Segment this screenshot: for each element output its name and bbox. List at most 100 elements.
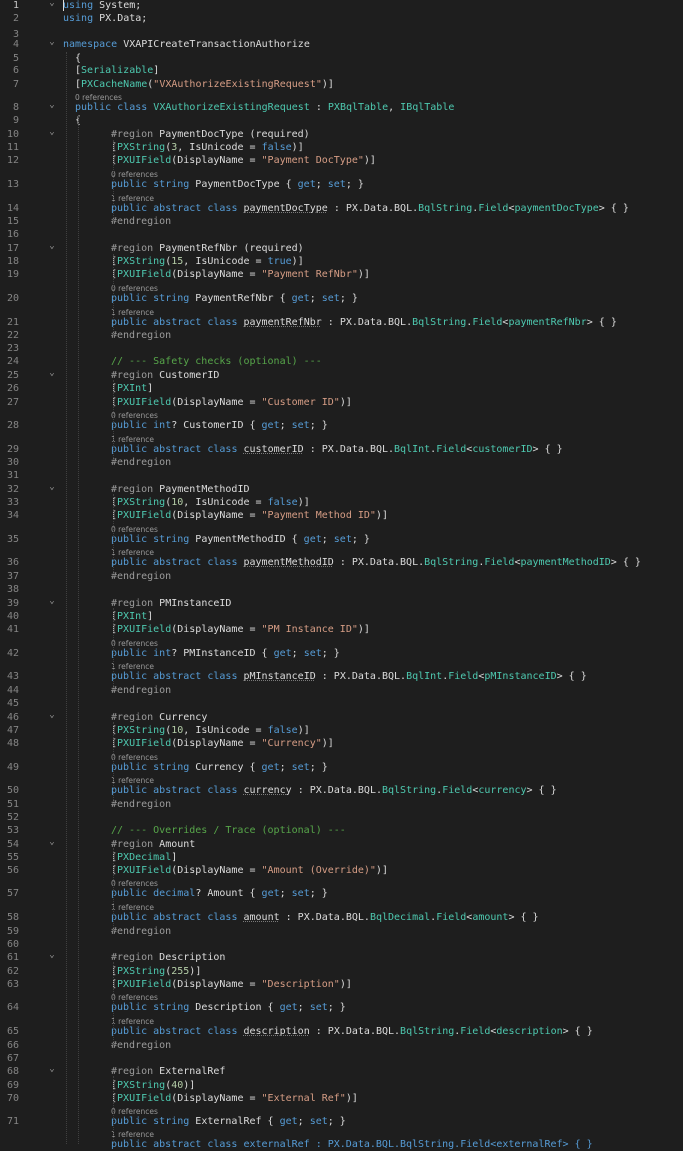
code-line[interactable]: 18 [PXString(15, IsUnicode = true)]	[0, 256, 683, 268]
codelens-references[interactable]: 0 references	[111, 993, 158, 1002]
codelens-references[interactable]: 1 reference	[111, 662, 154, 671]
code-line[interactable]: 4 ⌄ namespace VXAPICreateTransactionAuthor…	[0, 36, 683, 51]
code-line[interactable]: 35 public string PaymentMethodID { get; s…	[0, 534, 683, 546]
code-line[interactable]: 7 [PXCacheName("VXAuthorizeExistingReques…	[0, 79, 683, 91]
codelens-references[interactable]: 0 references	[111, 170, 158, 179]
code-line[interactable]: 14 public abstract class paymentDocType :…	[0, 203, 683, 215]
codelens-references[interactable]: 1 reference	[111, 1017, 154, 1026]
fold-chevron-icon[interactable]: ⌄	[48, 709, 56, 721]
code-line[interactable]: 13 public string PaymentDocType { get; se…	[0, 179, 683, 191]
code-line[interactable]: 34 [PXUIField(DisplayName = "Payment Meth…	[0, 510, 683, 522]
code-line[interactable]: 40 [PXInt]	[0, 611, 683, 623]
code-line[interactable]: 30 #endregion	[0, 457, 683, 469]
code-line[interactable]: 22 #endregion	[0, 330, 683, 342]
code-line[interactable]: 8 ⌄ public class VXAuthorizeExistingReques…	[0, 99, 683, 114]
code-line[interactable]: 42 public int? PMInstanceID { get; set; }	[0, 648, 683, 660]
code-line[interactable]: 33 [PXString(10, IsUnicode = false)]	[0, 497, 683, 509]
code-editor[interactable]: 1 ⌄ using System; 2 using PX.Data; 3 4 ⌄ namespa…	[0, 0, 683, 1150]
fold-chevron-icon[interactable]: ⌄	[48, 367, 56, 379]
code-line[interactable]: 39 ⌄ #region PMInstanceID	[0, 595, 683, 610]
code-line[interactable]: 1 ⌄ using System;	[0, 0, 683, 12]
code-line[interactable]: 28 public int? CustomerID { get; set; }	[0, 420, 683, 432]
code-line[interactable]: 43 public abstract class pMInstanceID : P…	[0, 671, 683, 683]
fold-chevron-icon[interactable]: ⌄	[48, 240, 56, 252]
code-line[interactable]: 65 public abstract class description : PX…	[0, 1026, 683, 1038]
code-line[interactable]: 56 [PXUIField(DisplayName = "Amount (Over…	[0, 865, 683, 877]
code-line[interactable]: 38	[0, 584, 683, 596]
code-line[interactable]: 52	[0, 812, 683, 824]
code-line[interactable]: 45	[0, 698, 683, 710]
code-line[interactable]: 69 [PXString(40)]	[0, 1080, 683, 1092]
code-line[interactable]: 59 #endregion	[0, 926, 683, 938]
fold-chevron-icon[interactable]: ⌄	[48, 1063, 56, 1075]
codelens-references[interactable]: 1 reference	[111, 435, 154, 444]
fold-chevron-icon[interactable]: ⌄	[48, 0, 56, 9]
code-line[interactable]: 63 [PXUIField(DisplayName = "Description"…	[0, 979, 683, 991]
code-line[interactable]: 60	[0, 939, 683, 951]
code-line[interactable]: 54 ⌄ #region Amount	[0, 836, 683, 851]
code-line[interactable]: 51 #endregion	[0, 799, 683, 811]
fold-chevron-icon[interactable]: ⌄	[48, 99, 56, 111]
code-line[interactable]: 57 public decimal? Amount { get; set; }	[0, 888, 683, 900]
code-line[interactable]: 23	[0, 343, 683, 355]
code-line[interactable]: 21 public abstract class paymentRefNbr : …	[0, 317, 683, 329]
code-line[interactable]: 67	[0, 1053, 683, 1065]
codelens-references[interactable]: 0 references	[111, 879, 158, 888]
code-line[interactable]: 17 ⌄ #region PaymentRefNbr (required)	[0, 240, 683, 255]
code-line[interactable]: 41 [PXUIField(DisplayName = "PM Instance …	[0, 624, 683, 636]
code-line[interactable]: 5{	[0, 53, 683, 65]
code-line[interactable]: 71 public string ExternalRef { get; set; …	[0, 1116, 683, 1128]
code-line[interactable]: 62 [PXString(255)]	[0, 966, 683, 978]
code-line[interactable]: 49 public string Currency { get; set; }	[0, 762, 683, 774]
fold-chevron-icon[interactable]: ⌄	[48, 836, 56, 848]
code-line[interactable]: 66 #endregion	[0, 1040, 683, 1052]
fold-chevron-icon[interactable]: ⌄	[48, 949, 56, 961]
code-line[interactable]: 10 ⌄ #region PaymentDocType (required)	[0, 126, 683, 141]
code-line[interactable]: 16	[0, 229, 683, 241]
code-line[interactable]: 61 ⌄ #region Description	[0, 949, 683, 964]
code-line[interactable]: 27 [PXUIField(DisplayName = "Customer ID"…	[0, 397, 683, 409]
code-line[interactable]: public abstract class externalRef : PX.D…	[0, 1139, 683, 1151]
code-line[interactable]: 44 #endregion	[0, 685, 683, 697]
code-line[interactable]: 36 public abstract class paymentMethodID …	[0, 557, 683, 569]
code-line[interactable]: 70 [PXUIField(DisplayName = "External Ref…	[0, 1093, 683, 1105]
code-line[interactable]: 26 [PXInt]	[0, 383, 683, 395]
code-line[interactable]: 25 ⌄ #region CustomerID	[0, 367, 683, 382]
code-line[interactable]: 48 [PXUIField(DisplayName = "Currency")]	[0, 738, 683, 750]
codelens-references[interactable]: 0 references	[111, 1107, 158, 1116]
fold-chevron-icon[interactable]: ⌄	[48, 36, 56, 48]
code-line[interactable]: 6 [Serializable]	[0, 65, 683, 77]
fold-chevron-icon[interactable]: ⌄	[48, 126, 56, 138]
codelens-references[interactable]: 1 reference	[111, 776, 154, 785]
codelens-references[interactable]: 0 references	[111, 284, 158, 293]
code-line[interactable]: 47 [PXString(10, IsUnicode = false)]	[0, 725, 683, 737]
codelens-references[interactable]: 0 references	[111, 525, 158, 534]
code-line[interactable]: 53 // --- Overrides / Trace (optional) --…	[0, 825, 683, 837]
code-line[interactable]: 12 [PXUIField(DisplayName = "Payment DocT…	[0, 155, 683, 167]
code-line[interactable]: 29 public abstract class customerID : PX.…	[0, 444, 683, 456]
code-line[interactable]: 9{	[0, 115, 683, 127]
fold-chevron-icon[interactable]: ⌄	[48, 595, 56, 607]
codelens-references[interactable]: 0 references	[111, 753, 158, 762]
code-line[interactable]: 11 [PXString(3, IsUnicode = false)]	[0, 142, 683, 154]
codelens-references[interactable]: 1 reference	[111, 308, 154, 317]
codelens-references[interactable]: 1 reference	[111, 194, 154, 203]
code-line[interactable]: 64 public string Description { get; set; …	[0, 1002, 683, 1014]
code-line[interactable]: 2 using PX.Data;	[0, 13, 683, 25]
code-line[interactable]: 31	[0, 470, 683, 482]
codelens-references[interactable]: 0 references	[75, 93, 122, 102]
codelens-references[interactable]: 1 reference	[111, 548, 154, 557]
code-line[interactable]: 68 ⌄ #region ExternalRef	[0, 1063, 683, 1078]
codelens-references[interactable]: 1 reference	[111, 903, 154, 912]
code-line[interactable]: 50 public abstract class currency : PX.Da…	[0, 785, 683, 797]
code-line[interactable]: 32 ⌄ #region PaymentMethodID	[0, 481, 683, 496]
code-line[interactable]: 46 ⌄ #region Currency	[0, 709, 683, 724]
code-line[interactable]: 15 #endregion	[0, 216, 683, 228]
code-line[interactable]: 20 public string PaymentRefNbr { get; set…	[0, 293, 683, 305]
fold-chevron-icon[interactable]: ⌄	[48, 481, 56, 493]
code-line[interactable]: 55 [PXDecimal]	[0, 852, 683, 864]
code-line[interactable]: 24 // --- Safety checks (optional) ---	[0, 356, 683, 368]
code-line[interactable]: 37 #endregion	[0, 571, 683, 583]
code-line[interactable]: 58 public abstract class amount : PX.Data…	[0, 912, 683, 924]
codelens-references[interactable]: 0 references	[111, 411, 158, 420]
